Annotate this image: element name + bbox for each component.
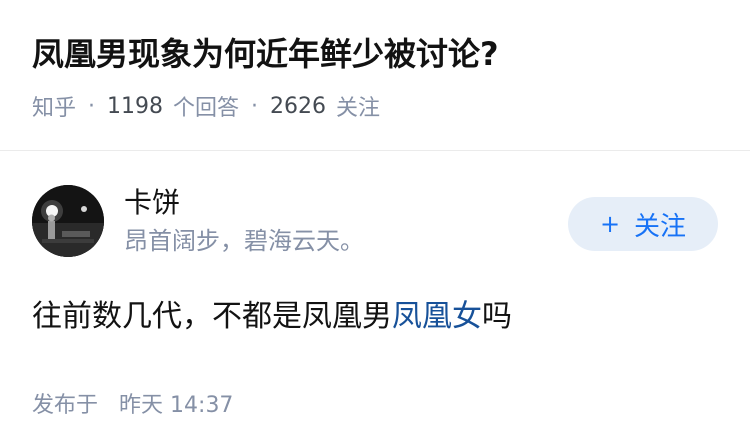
- publish-clock: 14:37: [170, 393, 234, 418]
- followers-label: 关注: [336, 96, 381, 121]
- answer-text: 往前数几代，不都是凤凰男: [32, 299, 392, 334]
- author-info: 卡饼 昂首阔步，碧海云天。: [124, 185, 568, 257]
- plus-icon: +: [599, 210, 621, 238]
- question-meta: 知乎 · 1198 个回答 · 2626 关注: [32, 90, 718, 122]
- follow-button-label: 关注: [634, 211, 687, 242]
- answer-text-end: 吗: [482, 299, 512, 334]
- follow-button[interactable]: + 关注: [568, 197, 718, 251]
- answers-label: 个回答: [173, 96, 240, 121]
- meta-separator: ·: [251, 93, 259, 119]
- answers-count: 1198: [107, 93, 164, 119]
- zhihu-page: 凤凰男现象为何近年鲜少被讨论? 知乎 · 1198 个回答 · 2626 关注: [0, 0, 750, 438]
- followers-count: 2626: [270, 93, 327, 119]
- avatar-image: [32, 185, 104, 257]
- answer-card: 卡饼 昂首阔步，碧海云天。 + 关注 往前数几代，不都是凤凰男凤凰女吗 发布于 …: [0, 183, 750, 419]
- publish-label: 发布于: [32, 393, 99, 418]
- publish-time: 发布于 昨天 14:37: [32, 387, 718, 419]
- author-row: 卡饼 昂首阔步，碧海云天。 + 关注: [32, 183, 718, 259]
- question-title[interactable]: 凤凰男现象为何近年鲜少被讨论?: [32, 32, 718, 76]
- section-divider: [0, 150, 750, 151]
- author-name[interactable]: 卡饼: [124, 185, 568, 221]
- keyword-link[interactable]: 凤凰女: [392, 299, 482, 334]
- answer-content: 往前数几代，不都是凤凰男凤凰女吗: [32, 297, 718, 337]
- meta-separator: ·: [88, 93, 96, 119]
- author-bio: 昂首阔步，碧海云天。: [124, 227, 364, 255]
- avatar[interactable]: [32, 185, 104, 257]
- question-header: 凤凰男现象为何近年鲜少被讨论? 知乎 · 1198 个回答 · 2626 关注: [0, 0, 750, 121]
- source-label[interactable]: 知乎: [32, 90, 76, 122]
- publish-day: 昨天: [119, 393, 164, 418]
